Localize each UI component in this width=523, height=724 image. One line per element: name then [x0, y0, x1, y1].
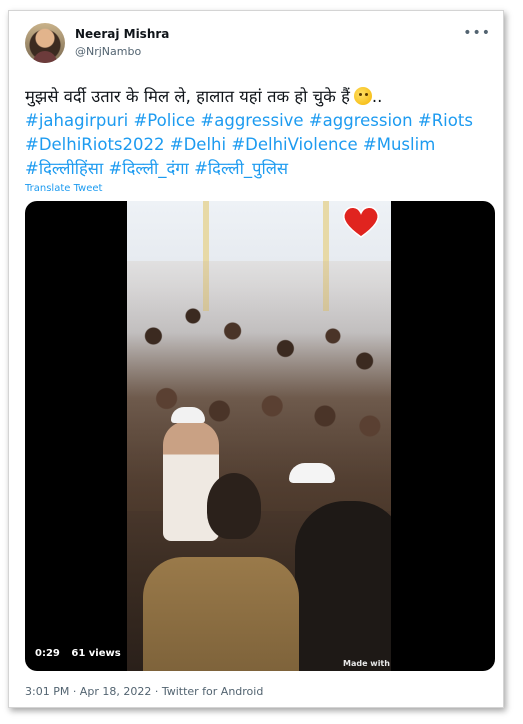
policeman-head-figure	[207, 473, 261, 539]
heart-icon	[343, 206, 379, 238]
hashtag[interactable]: #दिल्ली_पुलिस	[194, 159, 288, 178]
thinking-face-emoji-icon	[353, 87, 372, 105]
hashtag-list: #jahagirpuri #Police #aggressive #aggres…	[25, 111, 473, 178]
translate-tweet-link[interactable]: Translate Tweet	[25, 183, 102, 194]
tweet-body: मुझसे वर्दी उतार के मिल ले, हालात यहां त…	[25, 87, 350, 106]
avatar-figure	[33, 51, 57, 63]
tweet-text: मुझसे वर्दी उतार के मिल ले, हालात यहां त…	[25, 85, 491, 181]
author-handle[interactable]: @NrjNambo	[75, 45, 141, 58]
white-cap-figure	[171, 407, 205, 423]
hashtag[interactable]: #DelhiRiots2022	[25, 135, 165, 154]
video-watermark: Made with	[343, 659, 390, 668]
hashtag[interactable]: #Police	[133, 111, 195, 130]
policeman-uniform-figure	[143, 557, 299, 671]
hashtag[interactable]: #jahagirpuri	[25, 111, 128, 130]
hashtag[interactable]: #aggressive	[200, 111, 303, 130]
tweet-meta: 3:01 PM · Apr 18, 2022 · Twitter for And…	[25, 685, 264, 698]
more-options-icon[interactable]: •••	[463, 25, 491, 41]
video-player[interactable]: Made with 0:29 61 views	[25, 201, 495, 671]
tweet-card: Neeraj Mishra @NrjNambo ••• मुझसे वर्दी …	[8, 10, 504, 708]
avatar[interactable]	[25, 23, 65, 63]
foreground-person-figure	[295, 501, 391, 671]
white-cap-figure	[289, 463, 335, 483]
hashtag[interactable]: #aggression	[309, 111, 413, 130]
hashtag[interactable]: #Delhi	[170, 135, 226, 154]
hashtag[interactable]: #DelhiViolence	[231, 135, 357, 154]
hashtag[interactable]: #दिल्ली_दंगा	[108, 159, 188, 178]
video-stats: 0:29 61 views	[35, 648, 129, 659]
hashtag[interactable]: #Riots	[418, 111, 473, 130]
author-name[interactable]: Neeraj Mishra	[75, 27, 169, 41]
video-duration: 0:29	[35, 648, 60, 659]
video-views: 61 views	[71, 648, 121, 659]
tweet-trail: ..	[371, 87, 383, 106]
hashtag[interactable]: #दिल्लीहिंसा	[25, 159, 103, 178]
video-frame: Made with	[127, 201, 391, 671]
hashtag[interactable]: #Muslim	[363, 135, 435, 154]
